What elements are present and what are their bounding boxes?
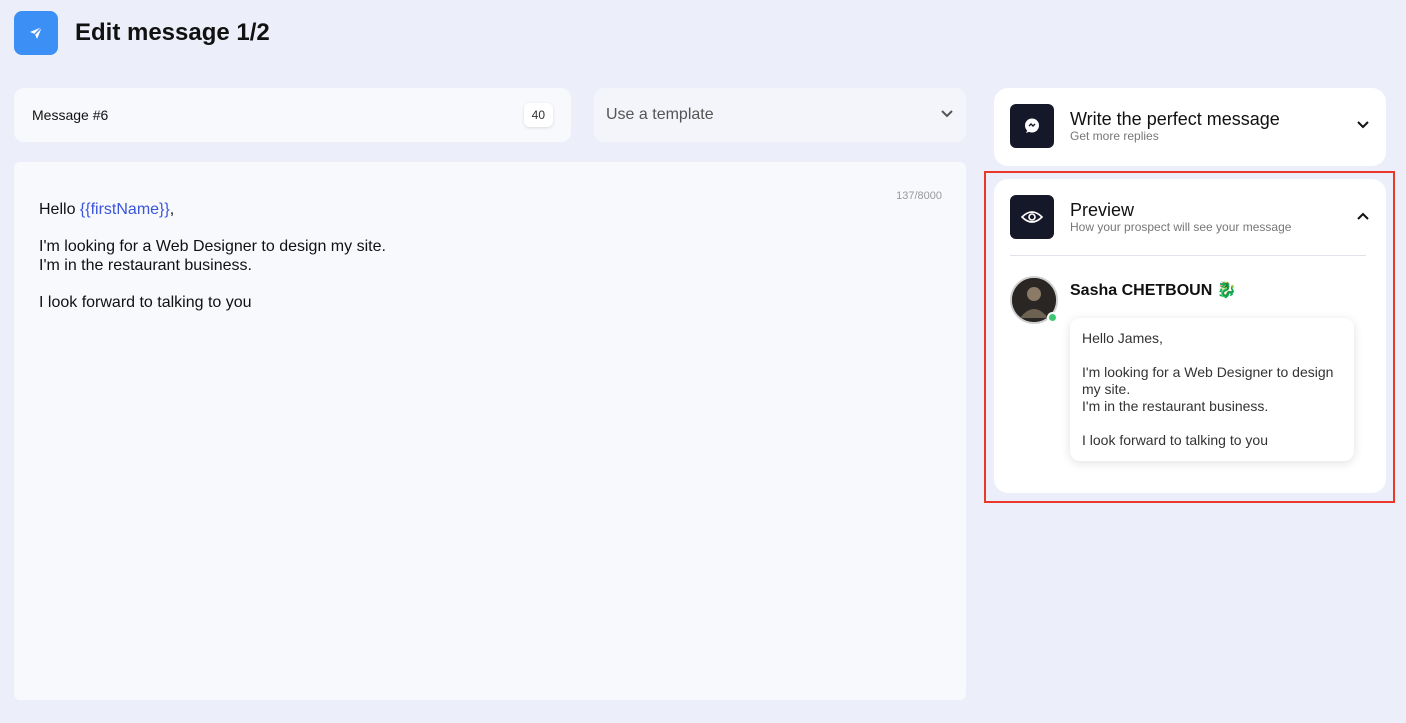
bubble-line-2: I'm in the restaurant business.: [1082, 398, 1269, 414]
tips-subtitle: Get more replies: [1070, 129, 1159, 143]
char-count-badge: 40: [523, 103, 553, 127]
message-bubble: Hello James, I'm looking for a Web Desig…: [1070, 318, 1354, 461]
message-name-value: Message #6: [32, 107, 109, 123]
chevron-up-icon[interactable]: [1356, 208, 1370, 226]
firstname-variable[interactable]: {{firstName}}: [80, 201, 170, 218]
editor-greeting-line: Hello {{firstName}},: [39, 200, 941, 219]
editor-greeting-end: ,: [169, 201, 175, 218]
page-header: Edit message 1/2: [14, 11, 270, 55]
bubble-line-1: I'm looking for a Web Designer to design…: [1082, 364, 1334, 397]
preview-header[interactable]: Preview How your prospect will see your …: [994, 179, 1386, 239]
message-name-input[interactable]: Message #6 40: [14, 88, 571, 142]
preview-subtitle: How your prospect will see your message: [1070, 220, 1292, 234]
bubble-body: I'm looking for a Web Designer to design…: [1082, 364, 1342, 415]
chevron-down-icon[interactable]: [1356, 117, 1370, 135]
preview-title: Preview: [1070, 200, 1135, 220]
editor-body: I'm looking for a Web Designer to design…: [39, 237, 941, 275]
preview-card: Preview How your prospect will see your …: [994, 179, 1386, 493]
bubble-greeting: Hello James,: [1082, 330, 1163, 346]
sender: Sasha CHETBOUN 🐉: [1010, 276, 1237, 324]
bubble-line-3: I look forward to talking to you: [1082, 432, 1268, 448]
template-placeholder: Use a template: [606, 106, 714, 123]
chat-bubble-icon: [1010, 104, 1054, 148]
message-char-counter: 137/8000: [896, 190, 942, 202]
eye-icon: [1010, 195, 1054, 239]
divider: [1010, 255, 1366, 256]
chevron-down-icon: [940, 106, 954, 124]
page-title: Edit message 1/2: [75, 19, 270, 46]
editor-line-3: I look forward to talking to you: [39, 294, 252, 311]
tips-title: Write the perfect message: [1070, 109, 1280, 129]
sender-name: Sasha CHETBOUN 🐉: [1070, 282, 1237, 299]
tips-card[interactable]: Write the perfect message Get more repli…: [994, 88, 1386, 166]
editor-line-1: I'm looking for a Web Designer to design…: [39, 238, 386, 255]
send-icon: [14, 11, 58, 55]
template-select[interactable]: Use a template: [594, 88, 966, 142]
editor-greeting: Hello: [39, 201, 80, 218]
online-status-dot: [1047, 312, 1058, 323]
avatar: [1010, 276, 1058, 324]
message-editor[interactable]: 137/8000 Hello {{firstName}}, I'm lookin…: [14, 162, 966, 700]
editor-line-2: I'm in the restaurant business.: [39, 257, 252, 274]
